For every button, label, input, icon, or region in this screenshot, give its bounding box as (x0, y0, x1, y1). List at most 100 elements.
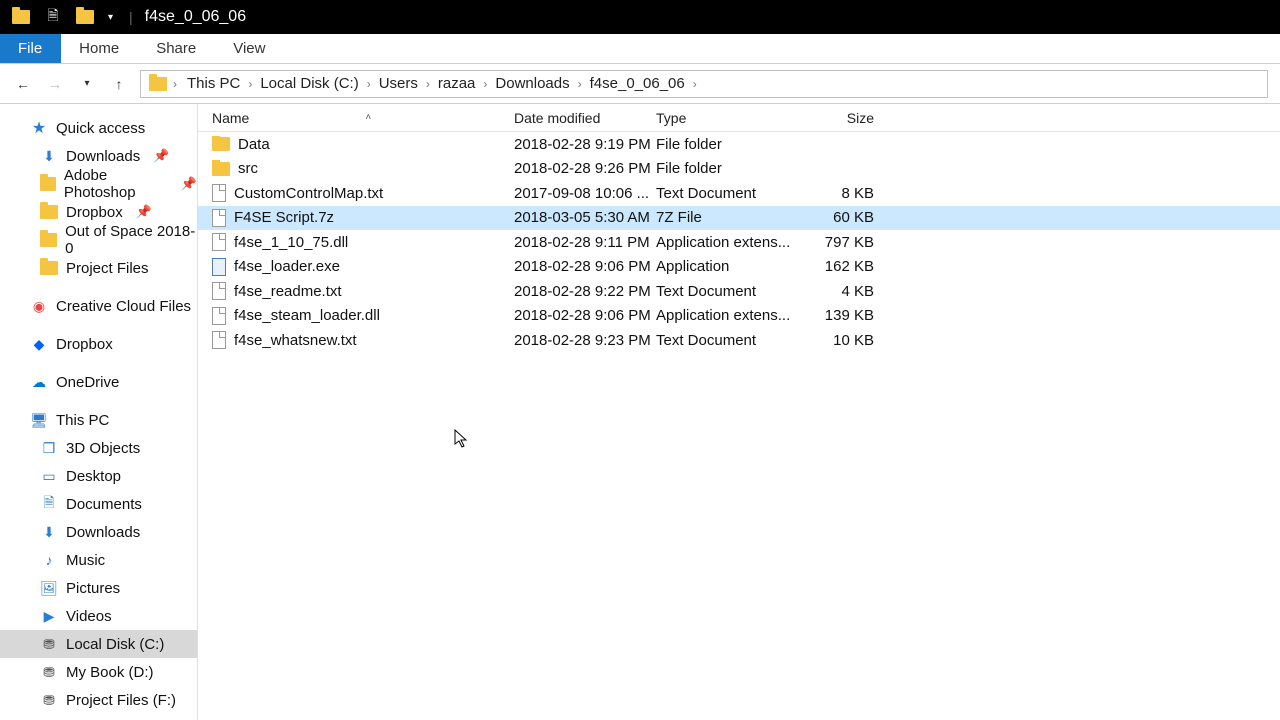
titlebar-quick-icon[interactable]: 🗎 (40, 6, 66, 28)
sort-indicator-icon: ˄ (255, 112, 371, 123)
folder-icon (40, 205, 58, 219)
file-rows: Data2018-02-28 9:19 PMFile foldersrc2018… (198, 132, 1280, 720)
sidebar-quick-access[interactable]: ★ Quick access (0, 114, 197, 142)
file-type: Text Document (656, 332, 796, 349)
sidebar-item[interactable]: ▭Desktop (0, 462, 197, 490)
nav-up-button[interactable]: ↑ (108, 73, 130, 95)
breadcrumb-root-icon[interactable] (147, 71, 169, 97)
chevron-right-icon[interactable]: › (481, 77, 489, 91)
file-row[interactable]: f4se_steam_loader.dll 2018-02-28 9:06 PMA… (198, 304, 1280, 329)
sidebar-onedrive[interactable]: ☁ OneDrive (0, 368, 197, 396)
sidebar-item[interactable]: ⬇Downloads📌 (0, 142, 197, 170)
chevron-right-icon[interactable]: › (424, 77, 432, 91)
file-row[interactable]: Data2018-02-28 9:19 PMFile folder (198, 132, 1280, 157)
folder-icon (212, 137, 230, 151)
file-icon (212, 233, 226, 251)
titlebar[interactable]: 🗎 ▾ | f4se_0_06_06 (0, 0, 1280, 34)
file-size: 139 KB (796, 307, 886, 324)
column-header-size[interactable]: Size (796, 110, 886, 126)
file-icon (212, 307, 226, 325)
breadcrumb-item[interactable]: f4se_0_06_06 (584, 71, 691, 97)
file-type: File folder (656, 136, 796, 153)
sidebar-label: OneDrive (56, 374, 119, 391)
nav-recent-dropdown[interactable]: ▾ (76, 73, 98, 95)
sidebar-item-label: Documents (66, 496, 142, 513)
sidebar-item[interactable]: ⛃ Local Disk (C:) (0, 630, 197, 658)
tab-home[interactable]: Home (61, 34, 138, 63)
chevron-right-icon[interactable]: › (246, 77, 254, 91)
breadcrumb-item[interactable]: razaa (432, 71, 482, 97)
file-type: File folder (656, 160, 796, 177)
file-row[interactable]: f4se_whatsnew.txt2018-02-28 9:23 PMText … (198, 328, 1280, 353)
breadcrumb-item[interactable]: Local Disk (C:) (254, 71, 364, 97)
pic-icon: 🖼 (40, 579, 58, 597)
file-row[interactable]: f4se_readme.txt2018-02-28 9:22 PMText Do… (198, 279, 1280, 304)
star-icon: ★ (30, 119, 48, 137)
sidebar-item[interactable]: ⬇Downloads (0, 518, 197, 546)
file-icon (212, 209, 226, 227)
file-icon (212, 282, 226, 300)
tab-share[interactable]: Share (138, 34, 215, 63)
sidebar-item[interactable]: 🖼Pictures (0, 574, 197, 602)
window-title: f4se_0_06_06 (145, 8, 246, 26)
file-size: 162 KB (796, 258, 886, 275)
column-header-name[interactable]: Name ˄ (212, 110, 514, 126)
chevron-right-icon[interactable]: › (691, 77, 699, 91)
sidebar-item[interactable]: ⛃Project Files (F:) (0, 686, 197, 714)
file-row[interactable]: f4se_1_10_75.dll2018-02-28 9:11 PMApplic… (198, 230, 1280, 255)
tab-file[interactable]: File (0, 34, 61, 63)
file-date: 2018-02-28 9:23 PM (514, 332, 656, 349)
file-name: F4SE Script.7z (234, 209, 334, 226)
file-type: Application extens... (656, 234, 796, 251)
sidebar-item[interactable]: Adobe Photoshop📌 (0, 170, 197, 198)
sidebar-dropbox[interactable]: ◆ Dropbox (0, 330, 197, 358)
file-type: Application extens... (656, 307, 796, 324)
titlebar-dropdown-icon[interactable]: ▾ (104, 12, 117, 23)
sidebar-this-pc[interactable]: 🖥 This PC (0, 406, 197, 434)
file-date: 2018-02-28 9:22 PM (514, 283, 656, 300)
nav-back-button[interactable]: ← (12, 73, 34, 95)
file-date: 2018-02-28 9:19 PM (514, 136, 656, 153)
file-date: 2018-02-28 9:06 PM (514, 307, 656, 324)
sidebar-creative-cloud[interactable]: ◉ Creative Cloud Files (0, 292, 197, 320)
file-name: f4se_steam_loader.dll (234, 307, 380, 324)
file-date: 2018-03-05 5:30 AM (514, 209, 656, 226)
breadcrumb[interactable]: › This PC›Local Disk (C:)›Users›razaa›Do… (140, 70, 1268, 98)
column-header-date[interactable]: Date modified (514, 110, 656, 126)
sidebar-item-label: Downloads (66, 148, 140, 165)
file-size: 10 KB (796, 332, 886, 349)
folder-icon (40, 233, 57, 247)
sidebar-item[interactable]: Out of Space 2018-0 (0, 226, 197, 254)
file-type: Application (656, 258, 796, 275)
titlebar-separator: | (123, 9, 139, 25)
file-row[interactable]: F4SE Script.7z2018-03-05 5:30 AM7Z File6… (198, 206, 1280, 231)
chevron-right-icon[interactable]: › (576, 77, 584, 91)
main-content: ★ Quick access ⬇Downloads📌Adobe Photosho… (0, 104, 1280, 720)
sidebar-item-label: Music (66, 552, 105, 569)
column-header-type[interactable]: Type (656, 110, 796, 126)
sidebar-item-label: Dropbox (66, 204, 123, 221)
breadcrumb-item[interactable]: Users (373, 71, 424, 97)
sidebar-item[interactable]: ⛃My Book (D:) (0, 658, 197, 686)
sidebar-item[interactable]: ▶Videos (0, 602, 197, 630)
breadcrumb-item[interactable]: This PC (181, 71, 246, 97)
file-row[interactable]: src2018-02-28 9:26 PMFile folder (198, 157, 1280, 182)
breadcrumb-item[interactable]: Downloads (489, 71, 575, 97)
explorer-window: File Home Share View ← → ▾ ↑ › This PC›L… (0, 34, 1280, 720)
file-list-pane[interactable]: Name ˄ Date modified Type Size Data2018-… (198, 104, 1280, 720)
file-date: 2017-09-08 10:06 ... (514, 185, 656, 202)
sidebar-item[interactable]: ❒3D Objects (0, 434, 197, 462)
chevron-right-icon[interactable]: › (171, 77, 179, 91)
sidebar-item[interactable]: Project Files (0, 254, 197, 282)
chevron-right-icon[interactable]: › (365, 77, 373, 91)
sidebar-item[interactable]: Dropbox📌 (0, 198, 197, 226)
sidebar-item[interactable]: 🗎Documents (0, 490, 197, 518)
file-row[interactable]: f4se_loader.exe2018-02-28 9:06 PMApplica… (198, 255, 1280, 280)
file-icon (212, 331, 226, 349)
file-row[interactable]: CustomControlMap.txt2017-09-08 10:06 ...… (198, 181, 1280, 206)
file-type: 7Z File (656, 209, 796, 226)
disk-icon: ⛃ (40, 635, 58, 653)
tab-view[interactable]: View (215, 34, 284, 63)
sidebar-item-label: Local Disk (C:) (66, 636, 164, 653)
sidebar-item[interactable]: ♪Music (0, 546, 197, 574)
